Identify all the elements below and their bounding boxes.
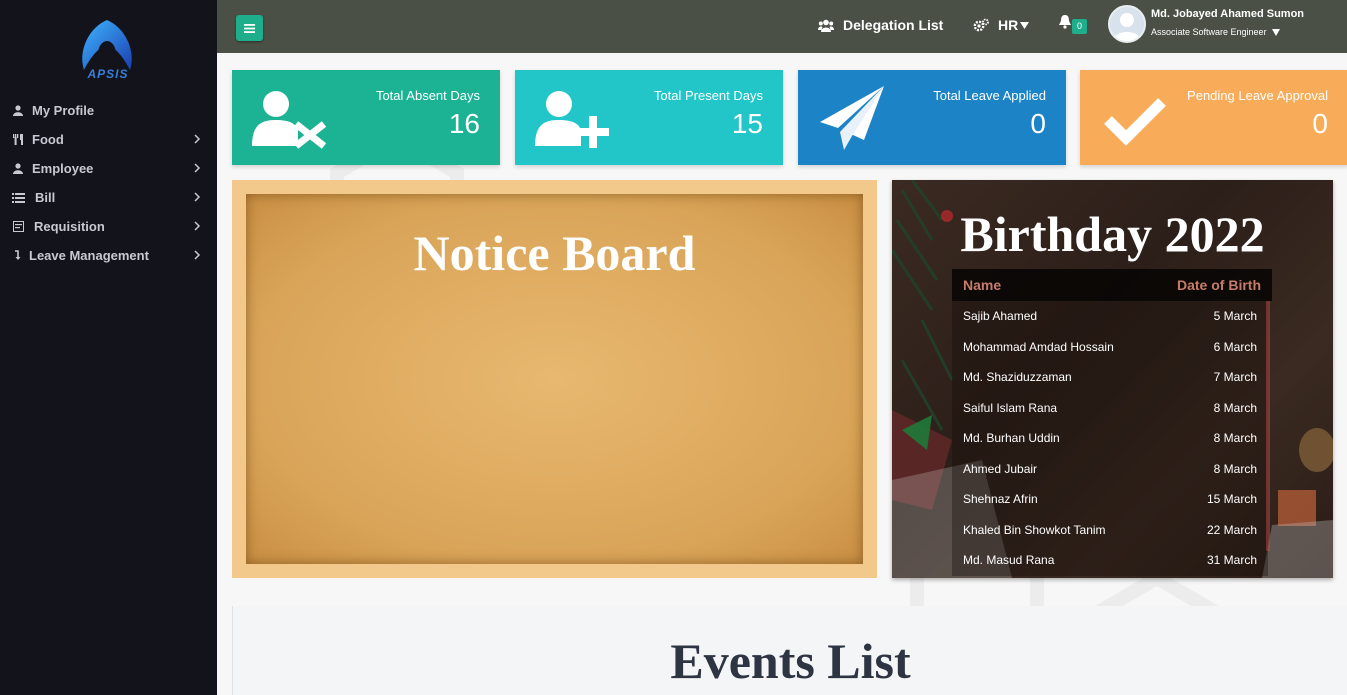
events-section: Events List — [232, 606, 1347, 695]
chevron-right-icon — [194, 192, 201, 202]
user-name: Md. Jobayed Ahamed Sumon — [1151, 8, 1305, 20]
stat-value: 0 — [1312, 108, 1328, 139]
table-row: Md. Shaziduzzaman 7 March — [952, 362, 1268, 393]
stat-label: Pending Leave Approval — [1187, 88, 1328, 103]
hamburger-icon — [244, 23, 255, 33]
stat-card-present-days[interactable]: Total Present Days 15 — [515, 70, 783, 165]
stat-label: Total Leave Applied — [933, 88, 1046, 103]
users-icon — [818, 19, 834, 32]
notification-badge: 0 — [1072, 19, 1087, 34]
form-icon — [11, 220, 25, 234]
stat-value: 0 — [1030, 108, 1046, 139]
stat-label: Total Present Days — [653, 88, 763, 103]
chevron-right-icon — [194, 250, 201, 260]
table-row: Saiful Islam Rana 8 March — [952, 392, 1268, 423]
list-icon — [11, 191, 25, 205]
user-icon — [11, 162, 25, 176]
delegation-list-link[interactable]: Delegation List — [818, 17, 943, 33]
topbar: Delegation List HR 0 Md. Jobayed Ahamed … — [217, 0, 1347, 53]
table-row: Md. Masud Rana 31 March — [952, 545, 1268, 576]
birthday-list[interactable]: Sajib Ahamed 5 March Mohammad Amdad Hoss… — [952, 301, 1268, 578]
user-role: Associate Software Engineer — [1151, 27, 1267, 37]
paper-plane-icon — [820, 86, 884, 150]
sidebar-item-employee[interactable]: Employee — [0, 154, 217, 183]
sidebar-item-label: Leave Management — [29, 248, 149, 263]
birthday-name: Saiful Islam Rana — [963, 400, 1058, 415]
sidebar: APSIS My Profile Food Employee Bill Requ… — [0, 0, 217, 695]
column-header-name: Name — [963, 277, 1002, 293]
sidebar-item-food[interactable]: Food — [0, 125, 217, 154]
birthday-name: Md. Burhan Uddin — [963, 431, 1060, 446]
birthday-date: 15 March — [1206, 492, 1257, 507]
birthday-name: Sajib Ahamed — [963, 309, 1038, 324]
cutlery-icon — [11, 133, 25, 147]
table-row: Mohammad Amdad Hossain 6 March — [952, 331, 1268, 362]
table-row: Sajib Ahamed 5 March — [952, 301, 1268, 332]
menu-toggle-button[interactable] — [236, 15, 263, 41]
hr-dropdown[interactable]: HR — [973, 17, 1030, 33]
chevron-right-icon — [194, 163, 201, 173]
birthday-scrollbar[interactable] — [1266, 301, 1270, 551]
arrow-down-icon — [11, 249, 25, 263]
birthday-date: 22 March — [1206, 522, 1257, 537]
chevron-right-icon — [194, 221, 201, 231]
chevron-right-icon — [194, 134, 201, 144]
gears-icon — [973, 18, 989, 32]
birthday-date: 7 March — [1213, 370, 1257, 385]
stat-card-pending-approval[interactable]: Pending Leave Approval 0 — [1080, 70, 1347, 165]
notice-board-title: Notice Board — [413, 225, 696, 281]
birthday-date: 31 March — [1206, 553, 1257, 568]
sidebar-item-label: Bill — [35, 190, 56, 205]
sidebar-item-bill[interactable]: Bill — [0, 183, 217, 212]
bell-icon[interactable] — [1058, 14, 1072, 29]
sidebar-item-label: Requisition — [34, 219, 105, 234]
sidebar-item-leave-management[interactable]: Leave Management — [0, 241, 217, 270]
birthday-name: Shehnaz Afrin — [963, 492, 1038, 507]
user-add-icon — [535, 91, 609, 148]
logo-text: APSIS — [87, 67, 129, 81]
caret-down-icon — [1020, 21, 1030, 29]
user-role-dropdown[interactable]: Associate Software Engineer — [1151, 27, 1280, 37]
birthday-name: Khaled Bin Showkot Tanim — [963, 522, 1106, 537]
birthday-date: 5 March — [1213, 309, 1257, 324]
table-row: Md. Burhan Uddin 8 March — [952, 423, 1268, 454]
birthday-panel: Birthday 2022 Name Date of Birth Sajib A… — [892, 180, 1333, 578]
user-remove-icon — [252, 91, 327, 149]
table-row: Khaled Bin Showkot Tanim 22 March — [952, 514, 1268, 545]
hr-label: HR — [998, 17, 1019, 33]
birthday-date: 6 March — [1213, 339, 1257, 354]
birthday-name: Md. Masud Rana — [963, 553, 1055, 568]
stat-value: 16 — [448, 108, 480, 139]
stat-value: 15 — [731, 108, 763, 139]
birthday-date: 8 March — [1213, 461, 1257, 476]
table-row: Shehnaz Afrin 15 March — [952, 484, 1268, 515]
sidebar-item-label: Food — [32, 132, 64, 147]
birthday-name: Md. Shaziduzzaman — [963, 370, 1072, 385]
avatar[interactable] — [1108, 5, 1146, 43]
table-row: Ahmed Jubair 8 March — [952, 453, 1268, 484]
birthday-name: Ahmed Jubair — [963, 461, 1038, 476]
column-header-dob: Date of Birth — [1177, 277, 1261, 293]
sidebar-item-label: Employee — [32, 161, 94, 176]
birthday-name: Mohammad Amdad Hossain — [963, 339, 1114, 354]
stat-card-absent-days[interactable]: Total Absent Days 16 — [232, 70, 500, 165]
caret-down-icon — [1271, 28, 1280, 36]
birthday-date: 8 March — [1213, 431, 1257, 446]
stat-card-leave-applied[interactable]: Total Leave Applied 0 — [798, 70, 1066, 165]
sidebar-item-my-profile[interactable]: My Profile — [0, 96, 217, 125]
birthday-date: 8 March — [1213, 400, 1257, 415]
sidebar-item-label: My Profile — [32, 103, 95, 118]
birthday-table-header: Name Date of Birth — [952, 269, 1272, 301]
notice-board-cork: Notice Board — [246, 194, 863, 564]
stat-label: Total Absent Days — [375, 88, 480, 103]
notice-board: Notice Board — [232, 180, 877, 578]
birthday-title: Birthday 2022 — [960, 206, 1265, 262]
sidebar-menu: My Profile Food Employee Bill Requisitio… — [0, 96, 217, 270]
check-icon — [1104, 98, 1166, 146]
events-title: Events List — [670, 633, 911, 689]
user-icon — [11, 104, 25, 118]
delegation-list-label: Delegation List — [843, 17, 944, 33]
sidebar-item-requisition[interactable]: Requisition — [0, 212, 217, 241]
